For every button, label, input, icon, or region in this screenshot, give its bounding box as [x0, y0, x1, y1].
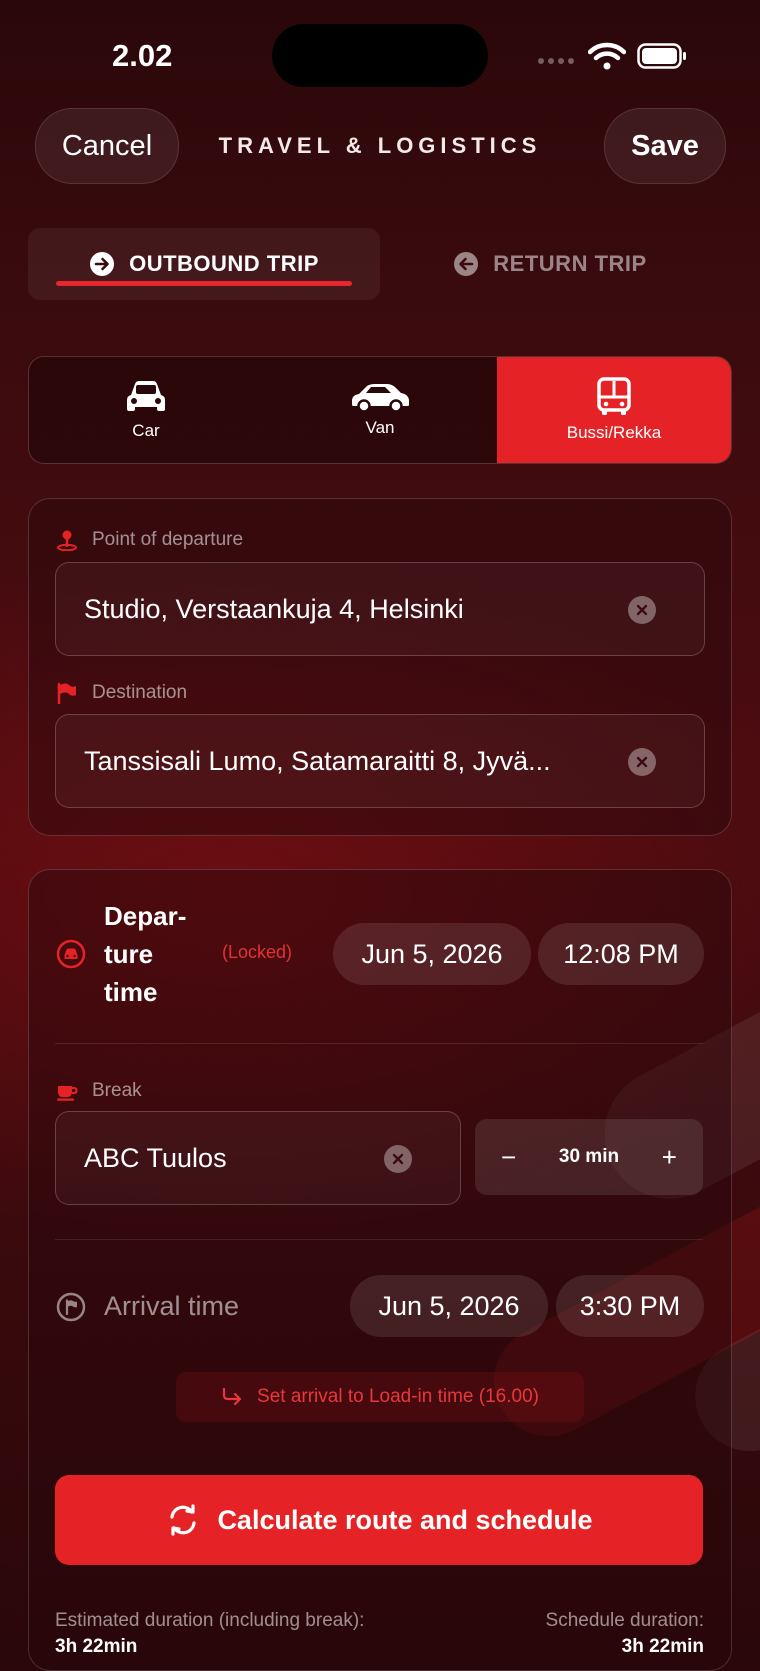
arrow-right-circle-icon — [90, 252, 115, 276]
flag-circle-icon — [56, 1292, 86, 1322]
battery-icon — [637, 43, 686, 69]
estimated-duration-value: 3h 22min — [55, 1636, 138, 1657]
calculate-route-button[interactable]: Calculate route and schedule — [55, 1475, 703, 1565]
departure-point-label: Point of departure — [56, 529, 243, 551]
flag-icon — [57, 682, 76, 704]
departure-date-picker[interactable]: Jun 5, 2026 — [333, 923, 531, 985]
status-time: 2.02 — [112, 38, 173, 73]
schedule-duration-label: Schedule duration: — [545, 1610, 704, 1631]
car-icon — [127, 381, 165, 411]
divider — [55, 1239, 703, 1240]
cancel-button[interactable]: Cancel — [35, 108, 179, 184]
return-arrow-icon — [222, 1387, 242, 1406]
vehicle-label-van: Van — [365, 418, 395, 437]
decrease-break-button[interactable]: − — [501, 1142, 516, 1173]
map-pin-icon — [57, 530, 77, 551]
arrow-left-circle-icon — [454, 252, 479, 276]
departure-point-value: Studio, Verstaankuja 4, Helsinki — [84, 594, 464, 624]
active-tab-indicator — [56, 281, 352, 286]
break-label: Break — [56, 1080, 142, 1102]
bus-icon — [597, 377, 631, 415]
van-icon — [352, 384, 409, 412]
break-location-input[interactable]: ABC Tuulos — [55, 1111, 461, 1205]
tab-outbound-trip[interactable]: OUTBOUND TRIP — [28, 228, 380, 300]
break-duration-stepper: − 30 min + — [475, 1119, 703, 1195]
destination-input[interactable]: Tanssisali Lumo, Satamaraitti 8, Jyvä... — [55, 714, 705, 808]
dynamic-island — [272, 24, 488, 87]
break-duration-value: 30 min — [558, 1146, 620, 1167]
set-arrival-to-load-in-button[interactable]: Set arrival to Load-in time (16.00) — [176, 1372, 584, 1422]
increase-break-button[interactable]: + — [662, 1142, 677, 1173]
divider — [55, 1043, 703, 1044]
departure-time-label: Depar- ture time — [104, 901, 187, 1007]
destination-label: Destination — [56, 682, 187, 704]
vehicle-label-bus: Bussi/Rekka — [566, 423, 662, 442]
tab-outbound-label: OUTBOUND TRIP — [129, 251, 319, 276]
vehicle-label-car: Car — [132, 421, 160, 440]
tab-return-trip[interactable]: RETURN TRIP — [420, 228, 680, 300]
arrival-time-label: Arrival time — [104, 1291, 240, 1321]
save-button[interactable]: Save — [604, 108, 726, 184]
clear-break-icon[interactable] — [384, 1145, 412, 1173]
arrival-time-picker[interactable]: 3:30 PM — [556, 1275, 704, 1337]
schedule-duration-value: 3h 22min — [621, 1636, 704, 1657]
arrival-date-picker[interactable]: Jun 5, 2026 — [350, 1275, 548, 1337]
break-location-value: ABC Tuulos — [84, 1143, 227, 1173]
vehicle-option-car[interactable]: Car — [29, 357, 263, 463]
vehicle-option-bus[interactable]: Bussi/Rekka — [497, 357, 731, 463]
destination-value: Tanssisali Lumo, Satamaraitti 8, Jyvä... — [84, 746, 551, 776]
departure-time-picker[interactable]: 12:08 PM — [538, 923, 704, 985]
vehicle-selector: Car Van Bussi/Rekka — [28, 356, 732, 464]
coffee-cup-icon — [57, 1086, 78, 1101]
tab-return-label: RETURN TRIP — [493, 251, 647, 276]
cellular-signal-icon — [538, 58, 574, 64]
vehicle-option-van[interactable]: Van — [263, 357, 497, 463]
locked-badge: (Locked) — [222, 942, 293, 962]
clear-departure-icon[interactable] — [628, 596, 656, 624]
calculate-label: Calculate route and schedule — [217, 1504, 593, 1535]
departure-point-input[interactable]: Studio, Verstaankuja 4, Helsinki — [55, 562, 705, 656]
page-title: TRAVEL & LOGISTICS — [218, 133, 542, 158]
set-arrival-label: Set arrival to Load-in time (16.00) — [257, 1386, 539, 1407]
car-circle-icon — [56, 939, 86, 969]
estimated-duration-label: Estimated duration (including break): — [55, 1610, 365, 1631]
clear-destination-icon[interactable] — [628, 748, 656, 776]
refresh-icon — [170, 1504, 197, 1536]
wifi-icon — [588, 42, 626, 70]
